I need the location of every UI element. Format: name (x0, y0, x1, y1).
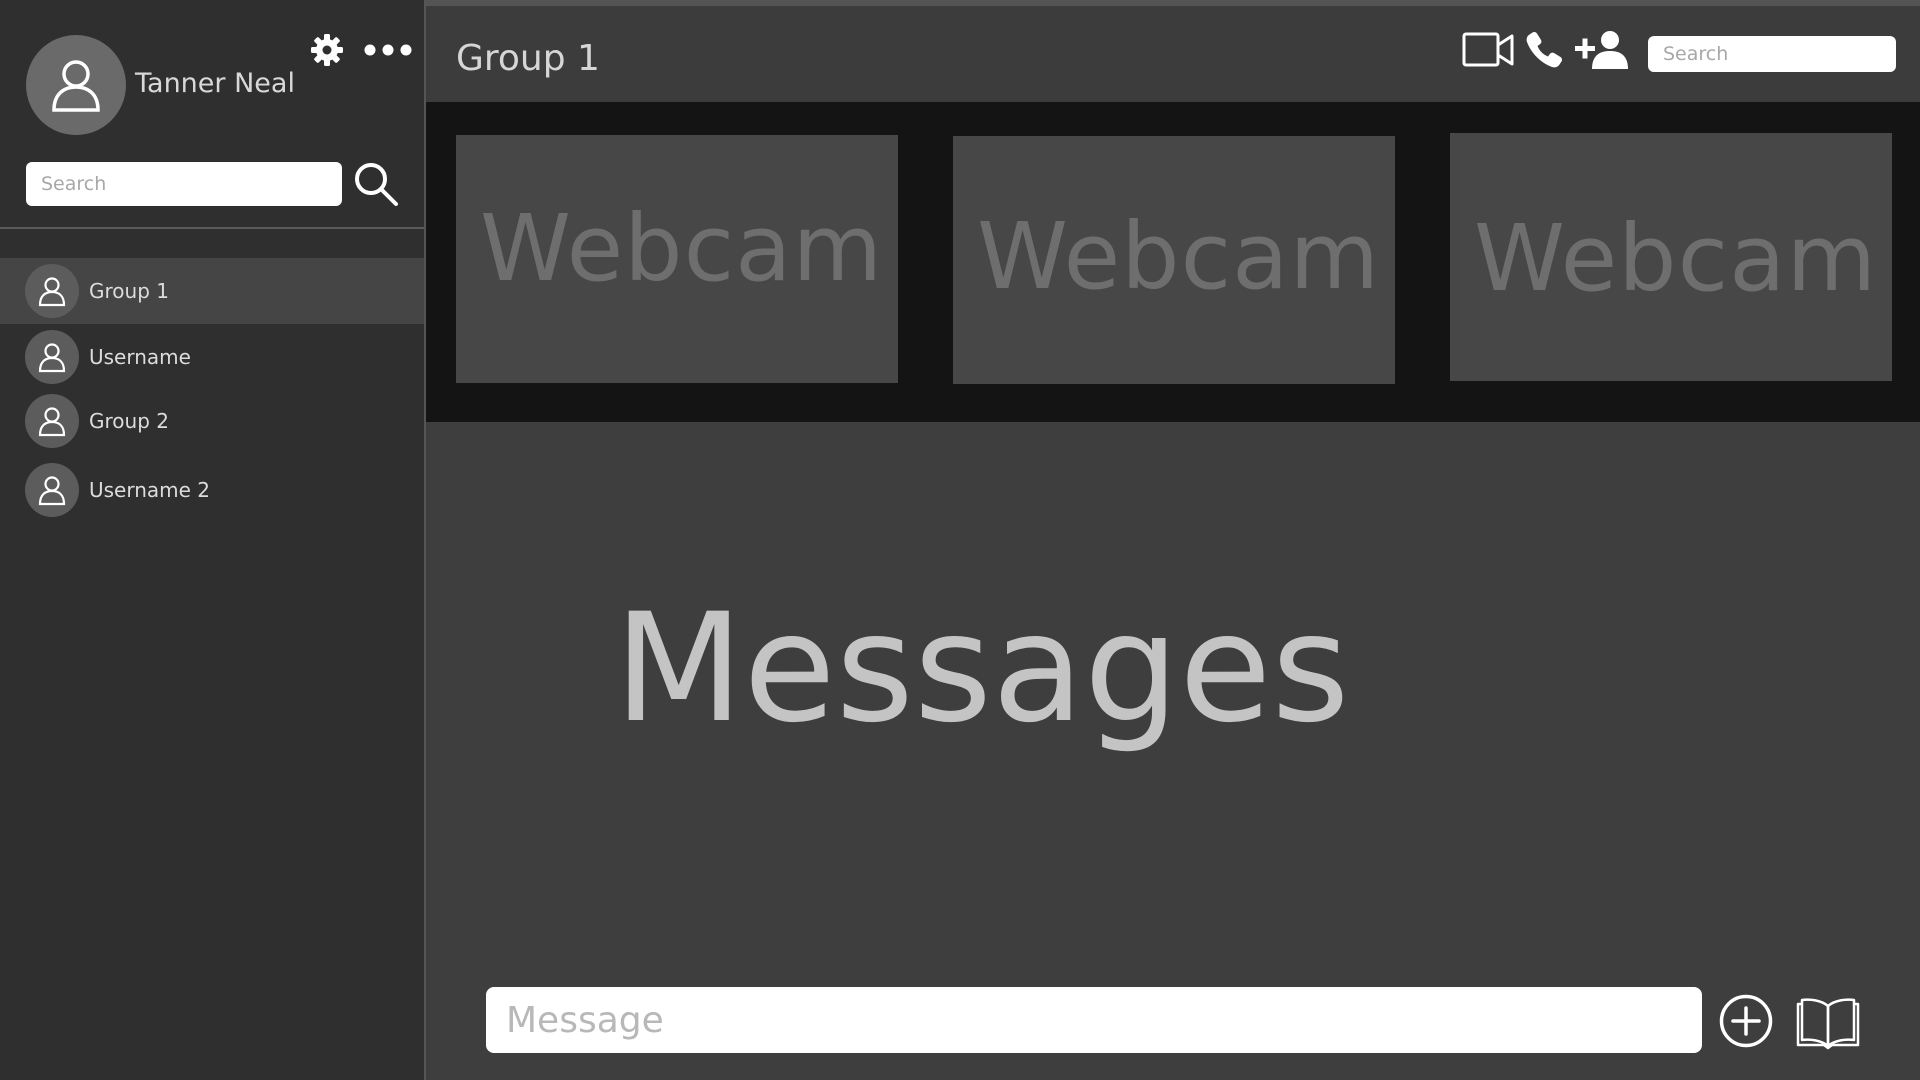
video-camera-icon[interactable] (1462, 31, 1514, 69)
sidebar-item-label: Group 1 (89, 279, 169, 303)
profile-name: Tanner Neal (135, 68, 295, 99)
avatar (25, 264, 79, 318)
avatar (25, 394, 79, 448)
page-title: Group 1 (456, 38, 600, 79)
sidebar-item-username-2[interactable]: Username 2 (0, 457, 424, 523)
user-icon (38, 343, 66, 373)
chat-header: Group 1 (426, 6, 1920, 102)
profile-avatar[interactable] (26, 35, 126, 135)
webcam-label: Webcam (977, 203, 1381, 310)
open-book-icon[interactable] (1796, 994, 1860, 1050)
webcam-strip: Webcam Webcam Webcam (426, 102, 1920, 422)
user-icon (38, 476, 66, 506)
webcam-tile[interactable]: Webcam (953, 136, 1395, 384)
sidebar: Tanner Neal Group 1 (0, 0, 426, 1080)
avatar (25, 463, 79, 517)
user-icon (52, 60, 100, 112)
sidebar-item-label: Group 2 (89, 409, 169, 433)
messages-placeholder-label: Messages (614, 582, 1350, 756)
webcam-label: Webcam (1474, 205, 1878, 312)
sidebar-item-group-2[interactable]: Group 2 (0, 388, 424, 454)
more-horizontal-icon[interactable] (362, 38, 414, 62)
sidebar-item-label: Username 2 (89, 478, 211, 502)
header-search-input[interactable] (1648, 36, 1896, 72)
phone-icon[interactable] (1524, 30, 1564, 70)
webcam-tile[interactable]: Webcam (456, 135, 898, 383)
webcam-label: Webcam (480, 195, 884, 302)
message-input[interactable] (486, 987, 1702, 1053)
gear-icon[interactable] (309, 32, 345, 68)
plus-circle-icon[interactable] (1718, 993, 1774, 1049)
add-user-icon[interactable] (1574, 29, 1632, 71)
sidebar-item-username[interactable]: Username (0, 324, 424, 390)
search-icon[interactable] (352, 160, 400, 208)
webcam-tile[interactable]: Webcam (1450, 133, 1892, 381)
sidebar-item-group-1[interactable]: Group 1 (0, 258, 424, 324)
user-icon (38, 407, 66, 437)
messages-area: Messages (426, 422, 1920, 972)
avatar (25, 330, 79, 384)
sidebar-item-label: Username (89, 345, 191, 369)
sidebar-search-input[interactable] (26, 162, 342, 206)
user-icon (38, 277, 66, 307)
sidebar-divider (0, 227, 424, 229)
